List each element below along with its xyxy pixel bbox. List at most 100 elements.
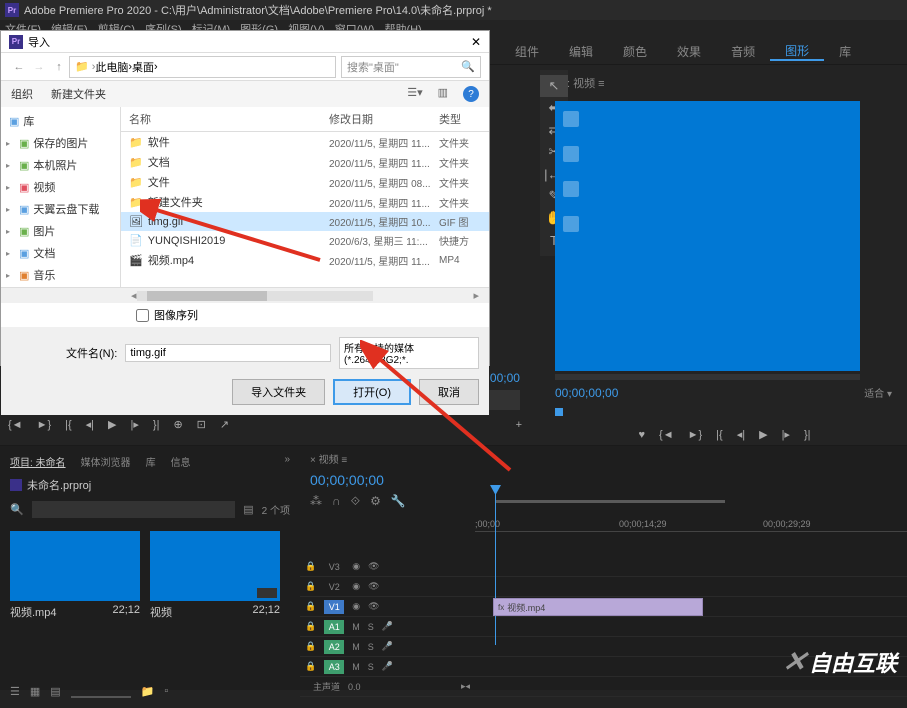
scrollbar-thumb[interactable]: [147, 291, 267, 301]
tree-toggle-icon[interactable]: ▸: [6, 161, 16, 170]
view-details-icon[interactable]: ▥: [438, 86, 448, 102]
tree-toggle-icon[interactable]: ▸: [6, 227, 16, 236]
scroll-right-icon[interactable]: ▸: [473, 289, 479, 302]
work-area-bar[interactable]: [495, 500, 725, 503]
file-row[interactable]: 📁文档2020/11/5, 星期四 11...文件夹: [121, 152, 489, 172]
go-out-icon[interactable]: }|: [153, 419, 160, 431]
lock-icon[interactable]: 🔒: [305, 661, 316, 672]
nav-forward-icon[interactable]: →: [29, 61, 49, 73]
tab-components[interactable]: 组件: [500, 43, 554, 60]
step-fwd-icon[interactable]: |▸: [782, 428, 790, 441]
tree-toggle-icon[interactable]: ▸: [6, 271, 16, 280]
import-folder-button[interactable]: 导入文件夹: [232, 379, 325, 405]
sidebar-library[interactable]: ▾▣库: [1, 110, 120, 132]
go-out-icon[interactable]: }|: [804, 429, 811, 441]
organize-button[interactable]: 组织: [11, 86, 33, 102]
snap-icon[interactable]: ⁂: [310, 494, 322, 509]
tree-toggle-icon[interactable]: ▸: [6, 205, 16, 214]
preview-scrubber[interactable]: [555, 374, 860, 380]
toggle-sync-icon[interactable]: 👁: [368, 581, 379, 592]
col-name[interactable]: 名称: [129, 111, 329, 127]
nav-back-icon[interactable]: ←: [9, 61, 29, 73]
add-button-icon[interactable]: +: [516, 419, 522, 431]
breadcrumb-folder[interactable]: 桌面: [132, 59, 154, 75]
track-label[interactable]: A3: [324, 660, 344, 674]
track-content[interactable]: [475, 557, 907, 576]
go-in-icon[interactable]: |{: [65, 419, 72, 431]
track-label[interactable]: V1: [324, 600, 344, 614]
thumbnail-item[interactable]: 视频22;12: [150, 531, 280, 623]
thumbnail-item[interactable]: 视频.mp422;12: [10, 531, 140, 623]
step-back-icon[interactable]: ◂|: [86, 418, 94, 431]
file-row[interactable]: 📁软件2020/11/5, 星期四 11...文件夹: [121, 132, 489, 152]
lock-icon[interactable]: 🔒: [305, 581, 316, 592]
mute-icon[interactable]: M: [352, 642, 360, 652]
mark-in-icon[interactable]: {◄: [659, 429, 674, 441]
link-icon[interactable]: ∩: [332, 494, 341, 509]
solo-icon[interactable]: S: [368, 662, 374, 672]
marker-icon[interactable]: ⟐: [351, 494, 360, 509]
toggle-output-icon[interactable]: ◉: [352, 601, 360, 612]
dialog-scrollbar[interactable]: ◂ ▸: [1, 287, 489, 303]
overwrite-icon[interactable]: ⊡: [197, 418, 206, 431]
tab-audio[interactable]: 音频: [716, 43, 770, 60]
lock-icon[interactable]: 🔒: [305, 561, 316, 572]
search-box[interactable]: 搜索"桌面" 🔍: [341, 56, 481, 78]
help-icon[interactable]: ?: [463, 86, 479, 102]
mark-out-icon[interactable]: ►}: [37, 419, 52, 431]
mark-out-icon[interactable]: ►}: [688, 429, 703, 441]
timeline-ruler[interactable]: ;00;00 00;00;14;29 00;00;29;29: [475, 517, 907, 532]
col-date[interactable]: 修改日期: [329, 111, 439, 127]
toggle-sync-icon[interactable]: 👁: [368, 561, 379, 572]
program-preview[interactable]: [555, 101, 860, 371]
play-icon[interactable]: ▶: [108, 418, 116, 431]
mark-in-icon[interactable]: {◄: [8, 419, 23, 431]
scrollbar-track[interactable]: [137, 291, 374, 301]
sidebar-camera-roll[interactable]: ▸▣本机照片: [1, 154, 120, 176]
sidebar-videos[interactable]: ▸▣视频: [1, 176, 120, 198]
voice-icon[interactable]: 🎤: [382, 621, 393, 632]
mute-icon[interactable]: M: [352, 662, 360, 672]
dialog-close-button[interactable]: ✕: [471, 35, 481, 49]
step-fwd-icon[interactable]: |▸: [131, 418, 139, 431]
track-content[interactable]: [475, 617, 907, 636]
toggle-output-icon[interactable]: ◉: [352, 581, 360, 592]
project-search-input[interactable]: [32, 501, 236, 518]
breadcrumb-root[interactable]: 此电脑: [95, 59, 128, 75]
toggle-sync-icon[interactable]: 👁: [368, 601, 379, 612]
filter-dropdown[interactable]: 所有支持的媒体 (*.264;*.3G2;*.: [339, 337, 479, 369]
freeform-icon[interactable]: ▤: [50, 685, 60, 698]
tree-toggle-icon[interactable]: ▸: [6, 249, 16, 258]
export-icon[interactable]: ↗: [220, 418, 229, 431]
sidebar-music[interactable]: ▸▣音乐: [1, 264, 120, 286]
track-label[interactable]: V2: [324, 580, 344, 594]
sidebar-cloud[interactable]: ▸▣天翼云盘下载: [1, 198, 120, 220]
insert-icon[interactable]: ⊕: [173, 418, 182, 431]
icon-view-icon[interactable]: ▦: [30, 685, 40, 698]
newfolder-button[interactable]: 新建文件夹: [51, 86, 106, 102]
track-content[interactable]: [475, 577, 907, 596]
tab-info[interactable]: 信息: [171, 454, 191, 469]
more-icon[interactable]: »: [284, 454, 290, 469]
lock-icon[interactable]: 🔒: [305, 641, 316, 652]
track-content[interactable]: [475, 677, 907, 696]
play-icon[interactable]: ▶: [759, 428, 767, 441]
step-back-icon[interactable]: ◂|: [737, 428, 745, 441]
solo-icon[interactable]: S: [368, 622, 374, 632]
file-row-selected[interactable]: 🖼timg.gif2020/11/5, 星期四 10...GIF 图: [121, 212, 489, 231]
tab-graphics[interactable]: 图形: [770, 42, 824, 61]
sidebar-saved-pics[interactable]: ▸▣保存的图片: [1, 132, 120, 154]
go-in-icon[interactable]: |{: [716, 429, 723, 441]
nav-up-icon[interactable]: ↑: [49, 61, 69, 73]
voice-icon[interactable]: 🎤: [382, 661, 393, 672]
expand-icon[interactable]: ▸◂: [461, 681, 470, 692]
tree-toggle-icon[interactable]: ▾: [1, 117, 6, 126]
tab-project[interactable]: 项目: 未命名: [10, 454, 66, 469]
lock-icon[interactable]: 🔒: [305, 601, 316, 612]
breadcrumb[interactable]: 📁 › 此电脑 › 桌面 ›: [69, 56, 336, 78]
list-view-icon[interactable]: ☰: [10, 685, 20, 698]
file-row[interactable]: 📁新建文件夹2020/11/5, 星期四 11...文件夹: [121, 192, 489, 212]
tab-editing[interactable]: 编辑: [554, 43, 608, 60]
file-row[interactable]: 📁文件2020/11/5, 星期四 08...文件夹: [121, 172, 489, 192]
col-type[interactable]: 类型: [439, 111, 479, 127]
